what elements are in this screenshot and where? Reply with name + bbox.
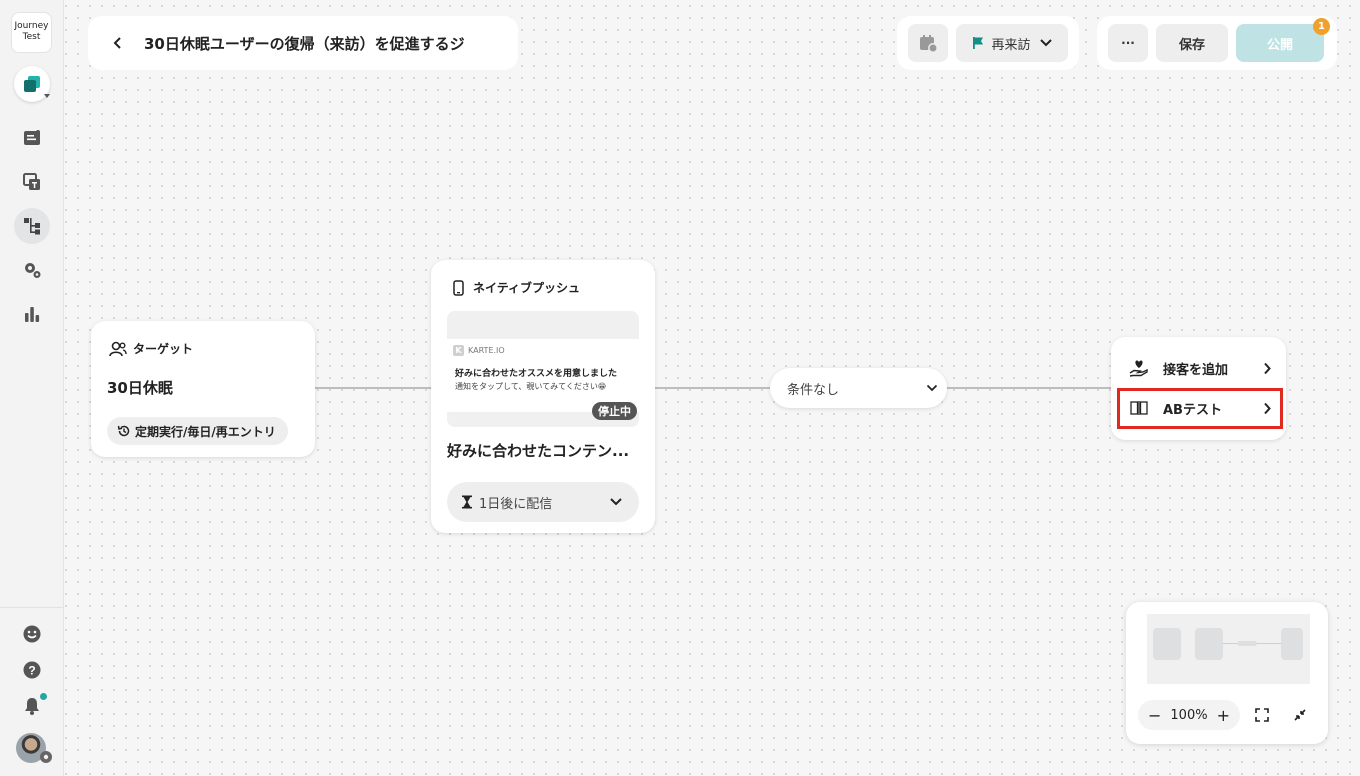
gears-icon xyxy=(25,263,41,278)
bell-icon xyxy=(25,698,39,715)
sidebar-item-journey[interactable] xyxy=(14,208,50,244)
zoom-control: − 100% + xyxy=(1138,700,1240,730)
chevron-down-icon xyxy=(926,384,938,392)
ab-test-highlight-box xyxy=(1117,388,1283,429)
hand-heart-icon xyxy=(1129,360,1148,377)
schedule-button[interactable] xyxy=(908,24,948,62)
push-node-label: ネイティブプッシュ xyxy=(473,281,581,295)
goal-dropdown[interactable]: 再来訪 xyxy=(956,24,1068,62)
logo-line-1: Journey xyxy=(14,21,49,31)
fit-screen-icon xyxy=(1255,708,1269,722)
chevron-down-icon xyxy=(610,498,622,506)
add-action-item[interactable]: 接客を追加 xyxy=(1111,348,1285,388)
chevron-down-icon xyxy=(1039,39,1052,47)
smartphone-icon xyxy=(453,279,464,296)
edge-condition-to-menu xyxy=(946,387,1112,389)
publish-button[interactable]: 公開 xyxy=(1236,24,1324,62)
minimap-panel: − 100% + xyxy=(1126,602,1328,744)
minimap-canvas[interactable] xyxy=(1147,614,1310,684)
document-icon xyxy=(24,130,40,145)
notification-dot xyxy=(40,693,47,700)
zoom-level: 100% xyxy=(1170,707,1208,723)
preview-app-row: K KARTE.IO xyxy=(453,345,505,356)
target-node-label: ターゲット xyxy=(133,342,194,356)
preview-app-name: KARTE.IO xyxy=(468,346,505,355)
account-gear-icon xyxy=(40,751,52,763)
journey-title[interactable]: 30日休眠ユーザーの復帰（来訪）を促進するジ xyxy=(144,33,494,54)
minimap-node xyxy=(1281,628,1303,660)
fit-view-button[interactable] xyxy=(1250,703,1274,727)
edge-push-to-condition xyxy=(655,387,771,389)
preview-title: 好みに合わせたオススメを用意しました xyxy=(455,369,618,379)
logo-line-2: Test xyxy=(22,32,41,42)
target-node[interactable]: ターゲット 30日休眠 定期実行/毎日/再エントリ xyxy=(91,321,315,457)
help-icon: ? xyxy=(23,661,41,679)
sidebar-item-campaigns[interactable] xyxy=(14,120,50,156)
native-push-node[interactable]: ネイティブプッシュ K KARTE.IO 好みに合わせたオススメを用意しました … xyxy=(431,260,655,533)
minimap-node xyxy=(1195,628,1223,660)
svg-text:?: ? xyxy=(28,664,35,678)
publish-badge: 1 xyxy=(1313,18,1330,35)
edge-target-to-push xyxy=(315,387,431,389)
schedule-text: 定期実行/毎日/再エントリ xyxy=(135,424,276,439)
save-button[interactable]: 保存 xyxy=(1156,24,1228,62)
smiley-icon xyxy=(23,625,41,643)
preview-body: 通知をタップして、覗いてみてください😁 xyxy=(455,382,607,391)
condition-label: 条件なし xyxy=(787,382,840,398)
flow-tree-icon xyxy=(24,218,40,235)
sidebar: Journey Test ? xyxy=(0,0,64,776)
sidebar-item-settings[interactable] xyxy=(14,252,50,288)
template-icon xyxy=(23,173,40,190)
zoom-in-button[interactable]: + xyxy=(1217,706,1230,725)
goal-label: 再来訪 xyxy=(991,37,1031,53)
more-button[interactable]: ··· xyxy=(1108,24,1148,62)
goal-toolbar: 再来訪 xyxy=(897,16,1079,70)
chevron-left-icon xyxy=(113,37,121,49)
publish-toolbar: ··· 保存 公開 xyxy=(1097,16,1337,70)
app-switcher-caret-icon xyxy=(44,94,50,98)
sidebar-item-feedback[interactable] xyxy=(14,616,50,652)
flag-icon xyxy=(973,37,984,49)
workspace-logo[interactable]: Journey Test xyxy=(11,12,52,53)
minimap-node xyxy=(1237,641,1257,646)
chevron-right-icon xyxy=(1264,362,1271,374)
app-cube-icon xyxy=(24,76,40,92)
schedule-pill[interactable]: 定期実行/毎日/再エントリ xyxy=(107,417,288,445)
hourglass-icon xyxy=(462,495,472,509)
minimap-node xyxy=(1153,628,1181,660)
add-action-label: 接客を追加 xyxy=(1163,362,1229,378)
calendar-clock-icon xyxy=(920,35,938,53)
push-node-name: 好みに合わせたコンテン... xyxy=(447,442,630,460)
bar-chart-icon xyxy=(25,307,40,322)
zoom-out-button[interactable]: − xyxy=(1148,706,1161,725)
sidebar-divider xyxy=(0,607,64,608)
delivery-delay-text: 1日後に配信 xyxy=(479,496,553,512)
history-icon xyxy=(117,425,130,437)
preview-header-bar xyxy=(447,311,639,339)
sidebar-item-help[interactable]: ? xyxy=(14,652,50,688)
collapse-minimap-button[interactable] xyxy=(1288,703,1312,727)
condition-dropdown[interactable]: 条件なし xyxy=(770,368,947,408)
delivery-delay-dropdown[interactable]: 1日後に配信 xyxy=(447,482,639,522)
target-node-value: 30日休眠 xyxy=(107,379,173,397)
more-icon: ··· xyxy=(1121,36,1135,50)
back-button[interactable] xyxy=(106,31,130,55)
collapse-icon xyxy=(1294,709,1306,721)
push-preview: K KARTE.IO 好みに合わせたオススメを用意しました 通知をタップして、覗… xyxy=(447,311,639,427)
sidebar-item-templates[interactable] xyxy=(14,164,50,200)
sidebar-item-analytics[interactable] xyxy=(14,296,50,332)
journey-title-card: 30日休眠ユーザーの復帰（来訪）を促進するジ xyxy=(88,16,518,70)
karte-logo-icon: K xyxy=(453,345,464,356)
status-badge: 停止中 xyxy=(592,402,637,420)
users-icon xyxy=(109,341,127,356)
